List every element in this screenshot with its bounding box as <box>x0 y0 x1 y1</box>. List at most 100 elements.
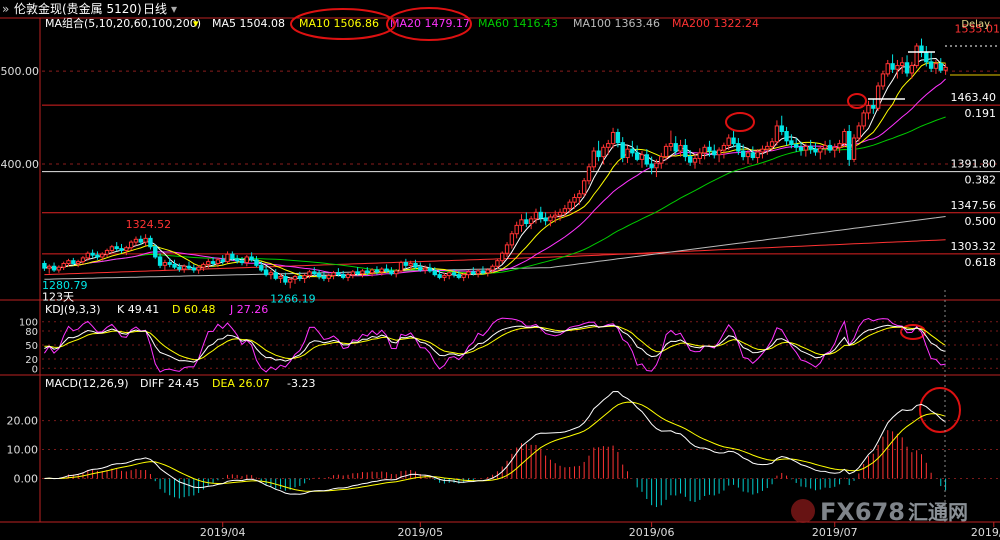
candle-body <box>504 244 510 254</box>
candle-body <box>601 146 606 158</box>
candle-body <box>909 65 915 74</box>
candle-body <box>851 137 857 160</box>
candle-body <box>803 145 809 151</box>
candle-body <box>143 237 148 243</box>
candle-body <box>71 260 76 264</box>
candlestick-chart[interactable]: 1500.00 1400.00 1463.40 0.191 1391.80 0.382 13… <box>0 0 1000 540</box>
kdj-group-label: KDJ(9,3,3) <box>45 303 101 316</box>
candle-body <box>774 125 780 143</box>
candle-body <box>403 262 409 266</box>
candle-body <box>114 246 119 250</box>
candle <box>581 177 587 197</box>
candle-body <box>191 267 196 271</box>
fib-price-label: 1303.32 <box>951 240 997 253</box>
candle-body <box>244 256 250 264</box>
candle-body <box>885 63 890 75</box>
time-tick-label: 2019/08 <box>971 526 1000 539</box>
candle-body <box>350 271 356 276</box>
macd-value-label: DEA 26.07 <box>212 377 270 390</box>
candle-body <box>630 148 635 154</box>
candle-body <box>610 131 616 145</box>
candle-body <box>394 270 399 275</box>
candle-body <box>500 252 505 262</box>
candle-body <box>321 275 327 279</box>
candle-body <box>673 143 678 152</box>
candle-body <box>51 265 57 271</box>
candle-body <box>567 201 572 210</box>
candle-body <box>562 208 568 213</box>
candle-body <box>413 262 418 268</box>
candle-body <box>924 52 929 63</box>
candle-body <box>369 269 375 274</box>
kdj-tick-label: 80 <box>25 327 38 338</box>
candle-body <box>379 268 384 273</box>
candle-body <box>283 275 288 283</box>
candle-body <box>389 270 394 275</box>
ma-group-label: MA组合(5,10,20,60,100,200) <box>45 16 201 30</box>
candle-body <box>842 131 847 145</box>
candle-body <box>249 256 254 261</box>
candle-body <box>938 63 943 71</box>
time-tick-label: 2019/07 <box>812 526 858 539</box>
candle-body <box>485 269 490 274</box>
candle-body <box>196 266 201 271</box>
candle-body <box>625 148 630 159</box>
candle-body <box>225 253 230 263</box>
candle <box>851 134 857 163</box>
ma-value-label: MA200 1322.24 <box>672 17 759 30</box>
candle-body <box>422 267 428 271</box>
candle-body <box>263 269 269 276</box>
candle-body <box>153 246 158 258</box>
candle-body <box>702 146 707 154</box>
candle-body <box>341 274 346 278</box>
candle-body <box>384 268 389 272</box>
candle-body <box>480 270 486 274</box>
candle-body <box>447 272 452 277</box>
candle-body <box>456 274 462 278</box>
candle-body <box>374 269 380 273</box>
candle-body <box>95 254 100 258</box>
candle-body <box>148 237 153 248</box>
candle-body <box>813 148 818 153</box>
candle-body <box>230 253 235 260</box>
candle-body <box>90 252 95 256</box>
time-tick-label: 2019/05 <box>397 526 443 539</box>
candle-body <box>856 125 862 139</box>
candle-body <box>707 146 712 152</box>
candle-body <box>220 259 225 263</box>
candle-body <box>177 266 182 270</box>
kdj-tick-label: 0 <box>32 364 38 375</box>
candle-body <box>866 104 871 114</box>
candle <box>398 260 404 273</box>
candle-body <box>124 247 129 251</box>
candle-body <box>461 274 466 278</box>
candle-body <box>181 265 187 270</box>
candle-body <box>678 144 683 152</box>
candle-body <box>336 272 341 276</box>
fib-ratio-label: 0.191 <box>965 107 997 120</box>
price-annotation: 1266.19 <box>270 292 316 305</box>
candle-body <box>663 145 669 158</box>
candle-body <box>760 148 765 153</box>
candle-body <box>794 144 799 148</box>
candle-body <box>586 166 592 182</box>
fib-price-label: 1463.40 <box>951 91 997 104</box>
candle-body <box>85 252 90 259</box>
candle-body <box>104 249 110 255</box>
candle-body <box>755 151 760 159</box>
candle-body <box>634 152 640 160</box>
candle-body <box>273 272 278 279</box>
candle-body <box>133 238 139 243</box>
candle-body <box>591 150 596 168</box>
candle-body <box>307 271 312 277</box>
candle-body <box>533 211 539 220</box>
price-tick-label: 1500.00 <box>0 65 39 78</box>
ma-chevron-icon: ▾ <box>193 17 199 30</box>
candle-body <box>668 143 674 147</box>
candle-body <box>818 147 823 153</box>
candle-body <box>326 275 331 279</box>
ma-value-label: MA20 1479.17 <box>390 17 470 30</box>
candle-body <box>437 274 442 278</box>
candle-body <box>297 275 303 279</box>
candle-body <box>649 163 654 169</box>
